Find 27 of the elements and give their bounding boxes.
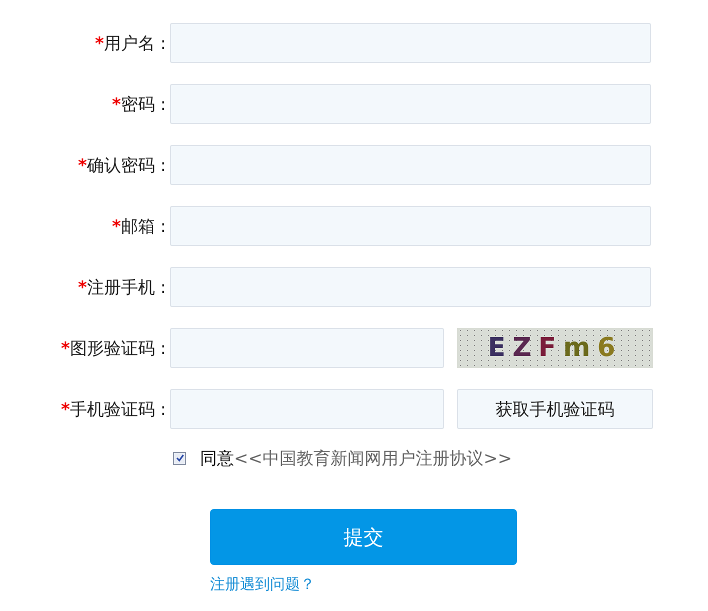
help-link[interactable]: 注册遇到问题？: [210, 575, 315, 594]
required-mark: *: [78, 278, 87, 298]
field-label: 密码 :: [120, 94, 166, 114]
field-label: 手机验证码 :: [70, 400, 166, 420]
required-mark: *: [78, 156, 87, 176]
required-mark: *: [112, 94, 121, 114]
required-mark: *: [60, 400, 70, 420]
input-field[interactable]: [170, 328, 444, 368]
input-field[interactable]: [170, 23, 651, 63]
input-field[interactable]: [170, 206, 651, 246]
field-label: 注册手机 :: [86, 278, 166, 298]
input-field[interactable]: [170, 145, 651, 185]
field-label: 邮箱 :: [120, 216, 166, 236]
agree-checkbox[interactable]: [173, 452, 186, 464]
required-mark: *: [94, 34, 104, 54]
field-label: 图形验证码 :: [70, 338, 166, 358]
field-label: 确认密码 :: [86, 156, 166, 176]
input-field[interactable]: [170, 389, 444, 429]
input-field[interactable]: [170, 84, 651, 124]
agree-label: 同意: [200, 448, 234, 470]
get-code-button[interactable]: 获取手机验证码: [457, 389, 653, 429]
input-field[interactable]: [170, 267, 651, 307]
field-label: 用户名 :: [104, 34, 166, 54]
agreement-link[interactable]: <<中国教育新闻网用户注册协议>>: [234, 446, 512, 470]
required-mark: *: [60, 338, 70, 358]
submit-button[interactable]: 提交: [210, 509, 517, 565]
required-mark: *: [112, 216, 121, 236]
